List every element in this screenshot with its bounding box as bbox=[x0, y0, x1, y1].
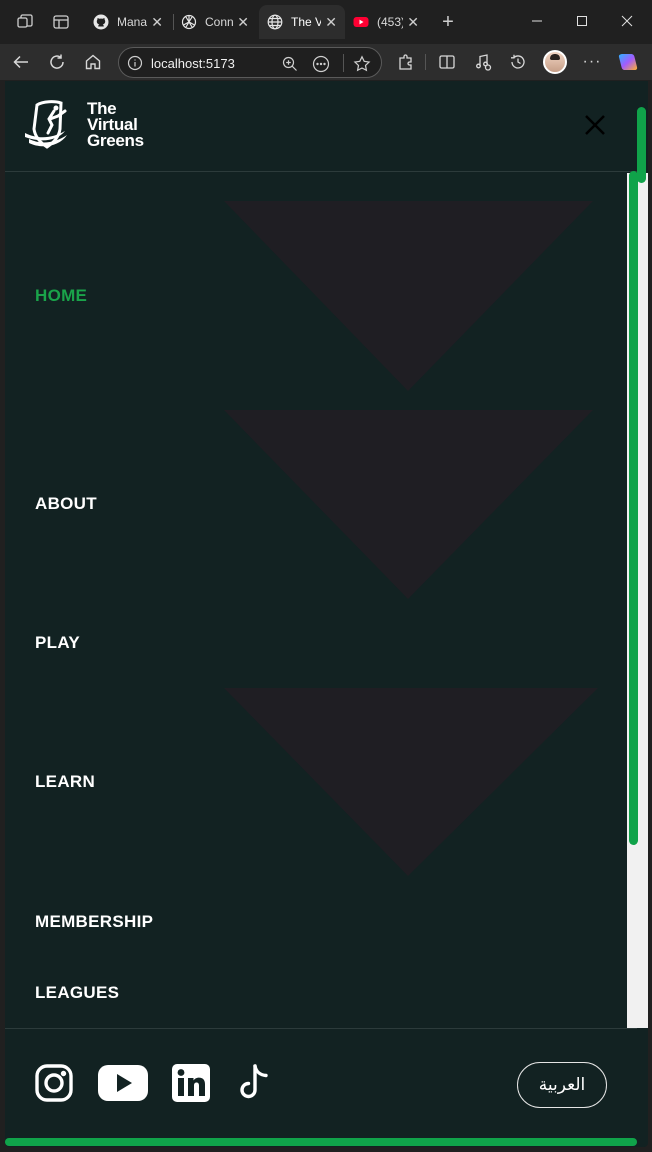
media-control-icon[interactable] bbox=[470, 50, 496, 74]
settings-more-icon[interactable]: ··· bbox=[579, 50, 605, 74]
linkedin-icon[interactable] bbox=[171, 1061, 211, 1105]
tab-chatgpt[interactable]: Connect ✕ bbox=[173, 5, 257, 39]
split-screen-icon[interactable] bbox=[434, 50, 460, 74]
menu-scrollbar-thumb[interactable] bbox=[629, 171, 638, 845]
tab-github[interactable]: Manage ✕ bbox=[85, 5, 171, 39]
close-menu-button[interactable] bbox=[583, 113, 607, 137]
new-tab-icon[interactable]: + bbox=[438, 11, 458, 33]
tab-title: Connect bbox=[205, 15, 234, 29]
profile-avatar[interactable] bbox=[543, 50, 567, 74]
close-tab-icon[interactable]: ✕ bbox=[151, 14, 163, 31]
horizontal-scrollbar-thumb[interactable] bbox=[5, 1138, 637, 1146]
chatgpt-icon bbox=[181, 14, 197, 30]
close-tab-icon[interactable]: ✕ bbox=[237, 14, 249, 31]
site-logo[interactable]: The Virtual Greens bbox=[25, 99, 157, 153]
address-bar[interactable]: localhost:5173 bbox=[118, 47, 382, 78]
page-viewport: The Virtual Greens HOME ABOUT PLAY LEARN… bbox=[5, 81, 648, 1147]
tiktok-icon[interactable] bbox=[235, 1061, 273, 1105]
logo-text: The Virtual Greens bbox=[87, 99, 144, 150]
youtube-icon bbox=[353, 14, 369, 30]
url-text: localhost:5173 bbox=[151, 56, 235, 71]
tab-title: The Virtual Greens bbox=[291, 15, 322, 29]
close-icon bbox=[585, 115, 605, 135]
more-options-icon[interactable] bbox=[312, 55, 330, 73]
zoom-icon[interactable] bbox=[281, 55, 299, 73]
nav-item-play[interactable]: PLAY bbox=[35, 633, 80, 653]
minimize-icon[interactable] bbox=[522, 8, 552, 34]
tab-title: (453) YouTube bbox=[377, 15, 404, 29]
close-tab-icon[interactable]: ✕ bbox=[407, 14, 419, 31]
nav-item-home[interactable]: HOME bbox=[35, 286, 87, 306]
vertical-tabs-icon[interactable] bbox=[51, 12, 71, 32]
extensions-icon[interactable] bbox=[393, 50, 419, 74]
browser-tab-bar: Manage ✕ Connect ✕ The Virtual Greens ✕ … bbox=[0, 0, 652, 44]
nav-item-leagues[interactable]: LEAGUES bbox=[35, 983, 119, 1003]
back-icon[interactable] bbox=[8, 50, 34, 74]
refresh-icon[interactable] bbox=[44, 50, 70, 74]
close-window-icon[interactable] bbox=[612, 8, 642, 34]
browser-toolbar: localhost:5173 ··· bbox=[0, 44, 652, 80]
tab-youtube[interactable]: (453) YouTube ✕ bbox=[345, 5, 427, 39]
favorite-star-icon[interactable] bbox=[353, 55, 371, 73]
nav-item-about[interactable]: ABOUT bbox=[35, 494, 97, 514]
maximize-icon[interactable] bbox=[567, 8, 597, 34]
golfer-crest-icon bbox=[25, 100, 67, 149]
history-icon[interactable] bbox=[505, 50, 531, 74]
home-icon[interactable] bbox=[80, 50, 106, 74]
menu-header: The Virtual Greens bbox=[5, 81, 637, 172]
copilot-icon[interactable] bbox=[617, 51, 639, 73]
language-switch-button[interactable]: العربية bbox=[517, 1062, 607, 1108]
tab-virtual-greens[interactable]: The Virtual Greens ✕ bbox=[259, 5, 345, 39]
close-tab-icon[interactable]: ✕ bbox=[325, 14, 337, 31]
page-scrollbar-thumb[interactable] bbox=[637, 107, 646, 183]
instagram-icon[interactable] bbox=[34, 1061, 74, 1105]
globe-icon bbox=[267, 14, 283, 30]
menu-footer: العربية bbox=[5, 1028, 637, 1138]
dropdown-triangle-decorations bbox=[224, 201, 598, 876]
youtube-icon[interactable] bbox=[97, 1061, 149, 1105]
workspaces-icon[interactable] bbox=[15, 12, 35, 32]
tab-title: Manage bbox=[117, 15, 148, 29]
mobile-nav-menu: HOME ABOUT PLAY LEARN MEMBERSHIP LEAGUES bbox=[5, 173, 627, 1028]
github-icon bbox=[93, 14, 109, 30]
site-info-icon[interactable] bbox=[127, 55, 143, 71]
nav-item-learn[interactable]: LEARN bbox=[35, 772, 95, 792]
nav-item-membership[interactable]: MEMBERSHIP bbox=[35, 912, 153, 932]
